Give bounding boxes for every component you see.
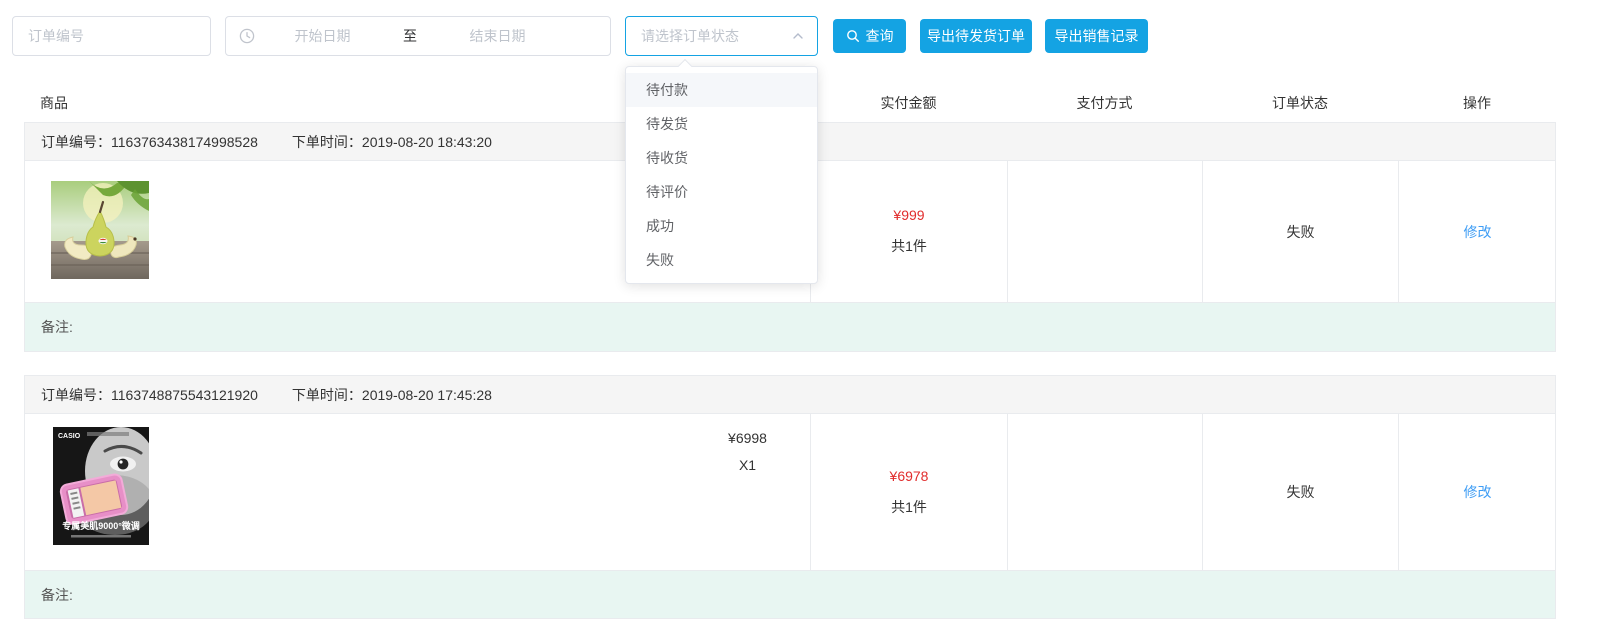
caption-text: 专属美肌9000°微调 xyxy=(62,520,140,531)
order-status: 失败 xyxy=(1287,482,1315,502)
status-option-list: 待付款 待发货 待收货 待评价 成功 失败 xyxy=(626,73,817,277)
status-option-pending-review[interactable]: 待评价 xyxy=(626,175,817,209)
order-status: 失败 xyxy=(1287,222,1315,242)
order-status-cell: 失败 xyxy=(1203,161,1398,302)
brand-text: CASIO xyxy=(58,433,81,440)
unit-price-cell: ¥6998 X1 xyxy=(685,414,810,570)
payment-method-cell xyxy=(1008,161,1202,302)
order-number-value: 1163763438174998528 xyxy=(111,134,258,150)
order-time-label: 下单时间： xyxy=(292,134,362,150)
paid-amount-cell: ¥999 共1件 xyxy=(811,161,1007,302)
modify-link[interactable]: 修改 xyxy=(1464,222,1492,242)
order-time-label: 下单时间： xyxy=(292,387,362,403)
status-option-success[interactable]: 成功 xyxy=(626,209,817,243)
column-header-payment-method: 支付方式 xyxy=(1007,93,1202,113)
product-image-camera: CASIO 专属美肌9000°微调 xyxy=(53,427,149,545)
end-date-field[interactable]: 结束日期 xyxy=(430,26,565,46)
date-range-picker[interactable]: 开始日期 至 结束日期 xyxy=(225,16,611,56)
status-option-pending-payment[interactable]: 待付款 xyxy=(626,73,817,107)
export-sales-records-label: 导出销售记录 xyxy=(1055,26,1139,46)
status-option-failed[interactable]: 失败 xyxy=(626,243,817,277)
modify-link[interactable]: 修改 xyxy=(1464,482,1492,502)
status-dropdown-panel: 待付款 待发货 待收货 待评价 成功 失败 xyxy=(625,66,818,284)
unit-price: ¥6998 xyxy=(728,430,767,446)
order-status-select[interactable]: 请选择订单状态 xyxy=(625,16,818,56)
clock-icon xyxy=(239,28,255,44)
remark-label: 备注: xyxy=(41,317,73,337)
order-card: 订单编号：1163748875543121920 下单时间：2019-08-20… xyxy=(24,375,1556,619)
export-pending-orders-label: 导出待发货订单 xyxy=(927,26,1025,46)
order-status-select-placeholder: 请选择订单状态 xyxy=(641,26,739,46)
paid-amount: ¥6978 xyxy=(890,468,929,484)
order-number-label: 订单编号： xyxy=(41,132,111,152)
item-count: 共1件 xyxy=(891,497,927,517)
order-time-value: 2019-08-20 18:43:20 xyxy=(362,134,492,150)
paid-amount-cell: ¥6978 共1件 xyxy=(811,414,1007,570)
remark-label: 备注: xyxy=(41,585,73,605)
column-header-paid-amount: 实付金额 xyxy=(810,93,1007,113)
search-button-label: 查询 xyxy=(866,26,894,46)
order-remark-row: 备注: xyxy=(25,571,1555,618)
column-header-order-status: 订单状态 xyxy=(1202,93,1398,113)
product-image-pear xyxy=(51,181,149,279)
item-count: 共1件 xyxy=(891,236,927,256)
quantity: X1 xyxy=(739,457,756,473)
order-number-value: 1163748875543121920 xyxy=(111,387,258,403)
search-button[interactable]: 查询 xyxy=(833,19,906,53)
paid-amount: ¥999 xyxy=(893,207,924,223)
payment-method-cell xyxy=(1008,414,1202,570)
status-option-pending-shipment[interactable]: 待发货 xyxy=(626,107,817,141)
order-number-input[interactable] xyxy=(12,16,211,56)
status-option-pending-receipt[interactable]: 待收货 xyxy=(626,141,817,175)
dropdown-arrow xyxy=(678,59,692,73)
order-status-cell: 失败 xyxy=(1203,414,1398,570)
search-icon xyxy=(846,29,860,43)
export-pending-orders-button[interactable]: 导出待发货订单 xyxy=(920,19,1032,53)
column-header-product: 商品 xyxy=(40,93,68,113)
order-card-header: 订单编号：1163748875543121920 下单时间：2019-08-20… xyxy=(25,376,1555,414)
order-time-value: 2019-08-20 17:45:28 xyxy=(362,387,492,403)
action-cell: 修改 xyxy=(1399,161,1556,302)
date-range-separator: 至 xyxy=(390,26,430,46)
order-number-label: 订单编号： xyxy=(41,385,111,405)
order-remark-row: 备注: xyxy=(25,303,1555,351)
action-cell: 修改 xyxy=(1399,414,1556,570)
export-sales-records-button[interactable]: 导出销售记录 xyxy=(1045,19,1148,53)
column-header-action: 操作 xyxy=(1398,93,1556,113)
chevron-up-icon xyxy=(791,29,805,43)
start-date-field[interactable]: 开始日期 xyxy=(255,26,390,46)
order-card-body: CASIO 专属美肌9000°微调 ¥6998 X1 ¥6978 共1件 xyxy=(25,414,1555,571)
